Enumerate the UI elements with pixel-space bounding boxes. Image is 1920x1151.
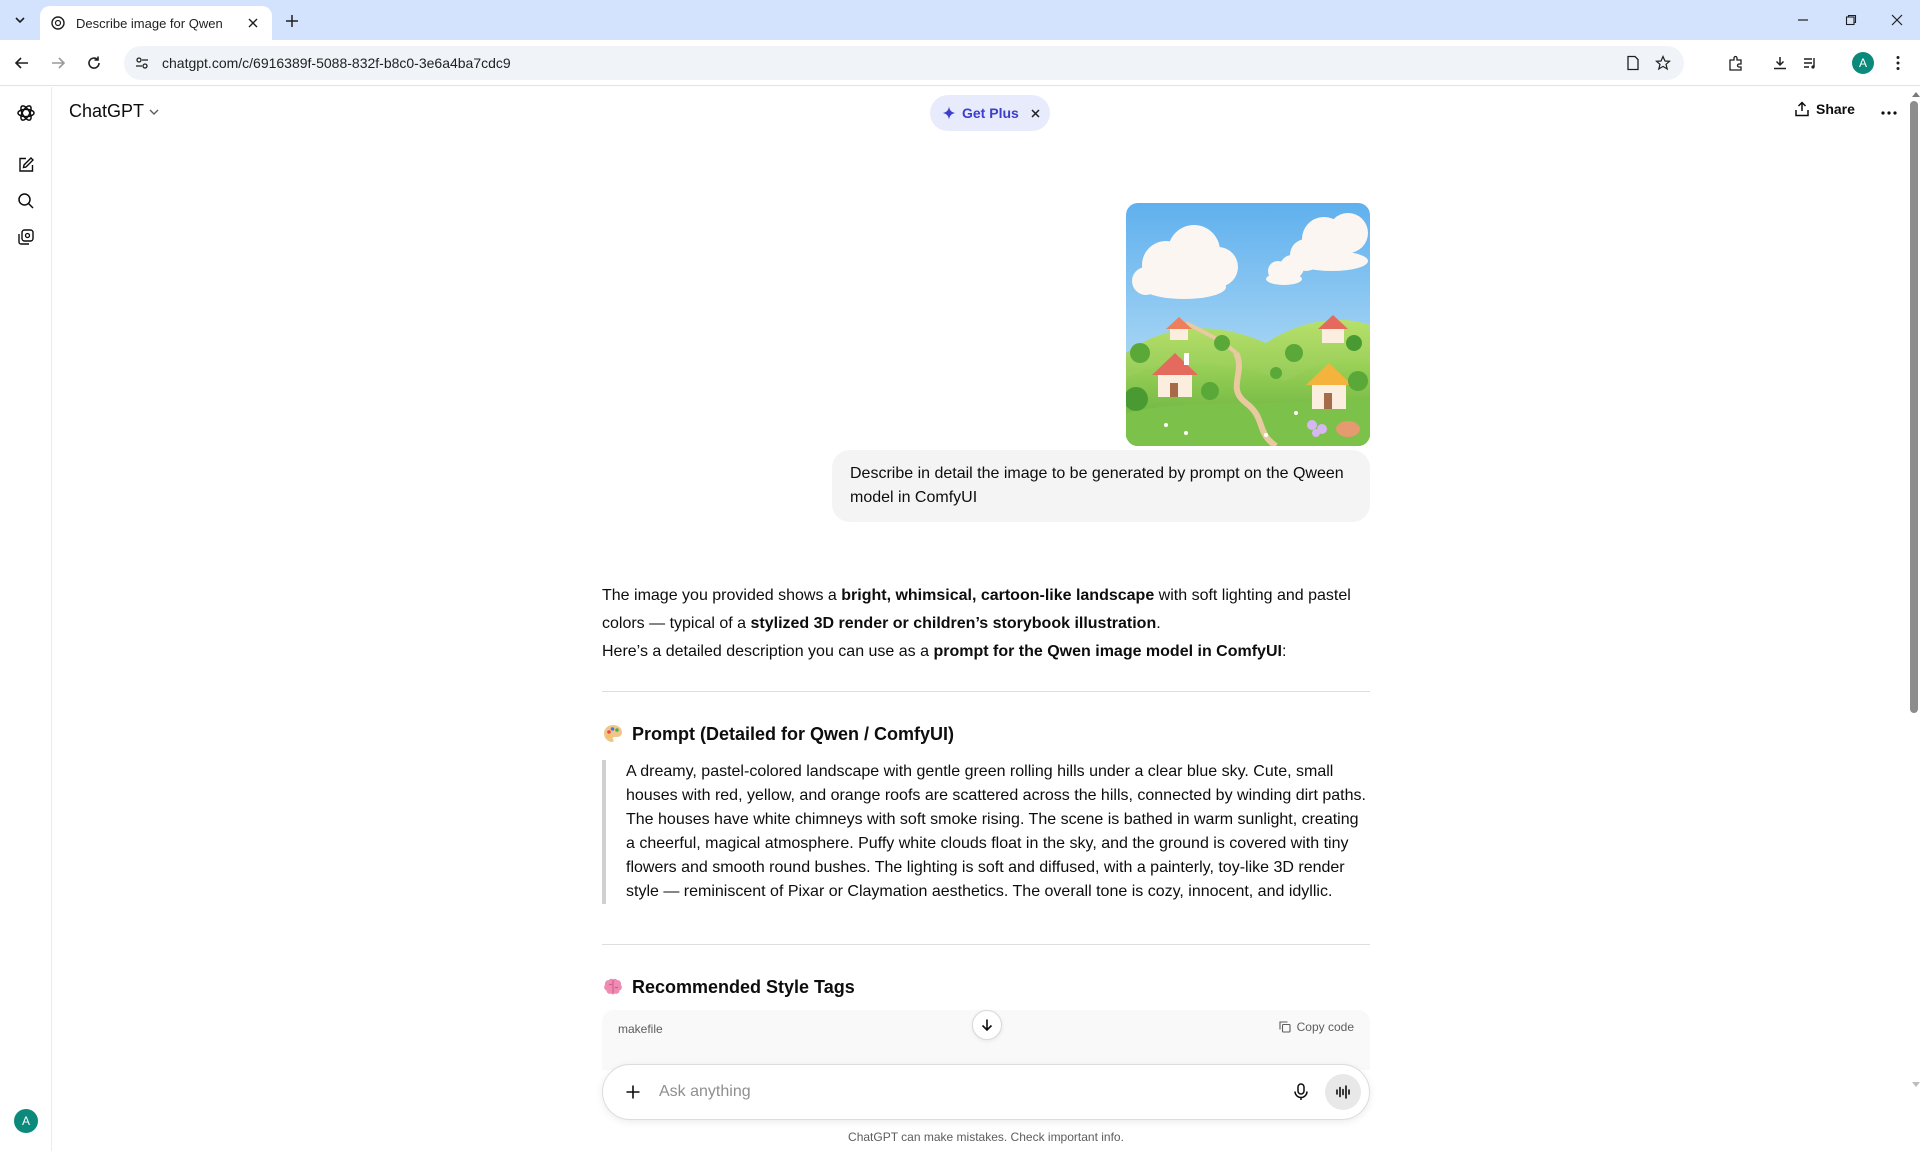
model-name: ChatGPT [69,101,145,121]
prompt-blockquote: A dreamy, pastel-colored landscape with … [602,760,1370,904]
scroll-up-arrow-icon[interactable] [1912,92,1920,97]
sidebar-rail: A [0,87,52,1151]
landscape-illustration [1126,203,1370,446]
divider [602,691,1370,692]
copy-icon [1279,1021,1291,1033]
model-selector[interactable]: ChatGPT [69,101,160,122]
brain-icon [604,978,622,995]
user-message: Describe in detail the image to be gener… [832,450,1370,522]
browser-tabstrip: Describe image for Qwen [0,0,1920,40]
sparkle-icon [942,106,956,120]
close-icon [1891,14,1903,26]
message-composer [602,1064,1370,1120]
edit-icon [19,157,34,172]
scroll-to-bottom-button[interactable] [972,1010,1002,1040]
share-icon [1795,101,1809,117]
puzzle-icon [1729,55,1742,71]
prompt-input[interactable] [659,1083,1283,1101]
palette-icon [604,725,622,742]
queue-music-icon [1804,58,1815,69]
media-controls-button[interactable] [1796,49,1824,77]
intro-bold: bright, whimsical, cartoon-like landscap… [841,587,1155,604]
library-button[interactable] [12,223,40,251]
download-icon [1774,57,1786,70]
close-window-button[interactable] [1874,0,1920,40]
waveform-icon [1336,1085,1350,1099]
disclaimer-text: ChatGPT can make mistakes. Check importa… [848,1130,1124,1144]
dismiss-plus-icon[interactable] [1031,108,1040,118]
new-chat-button[interactable] [12,151,40,179]
intro-text: : [1281,643,1287,660]
intro-bold: prompt for the Qwen image model in Comfy… [933,643,1282,660]
more-horizontal-icon [1881,111,1897,115]
forward-button[interactable] [44,49,72,77]
dictate-button[interactable] [1283,1074,1319,1110]
code-language-label: makefile [618,1022,663,1036]
minimize-button[interactable] [1780,0,1826,40]
downloads-button[interactable] [1766,49,1794,77]
section-heading-style-tags: Recommended Style Tags [602,976,855,998]
close-tab-icon[interactable] [244,14,262,32]
tab-title: Describe image for Qwen [76,15,223,31]
section-heading-prompt: Prompt (Detailed for Qwen / ComfyUI) [602,723,954,745]
url-text[interactable]: chatgpt.com/c/6916389f-5088-832f-b8c0-3e… [162,55,1618,71]
intro-text: . [1156,615,1161,632]
intro-bold: stylized 3D render or children’s storybo… [750,615,1157,632]
images-icon [18,229,34,245]
section-title-text: Recommended Style Tags [632,976,855,997]
address-bar[interactable]: chatgpt.com/c/6916389f-5088-832f-b8c0-3e… [124,46,1684,80]
restore-icon [1845,14,1857,26]
plus-icon [286,15,298,27]
site-settings-icon[interactable] [128,49,156,77]
browser-tab-active[interactable]: Describe image for Qwen [40,6,272,40]
browser-profile-avatar[interactable]: A [1852,52,1874,74]
arrow-left-icon [14,57,28,69]
copy-code-label: Copy code [1296,1020,1354,1034]
voice-mode-button[interactable] [1325,1074,1361,1110]
plus-icon [626,1085,640,1099]
microphone-icon [1294,1083,1308,1100]
chevron-down-icon [149,109,159,115]
divider [602,944,1370,945]
arrow-right-icon [52,57,66,69]
extensions-button[interactable] [1722,49,1750,77]
openai-logo-icon [17,105,35,121]
scrollbar-thumb[interactable] [1910,101,1918,713]
intro-paragraph: The image you provided shows a bright, w… [602,582,1370,666]
user-avatar[interactable]: A [14,1109,38,1133]
more-vertical-icon [1896,56,1900,70]
intro-text: The image you provided shows a [602,587,842,604]
search-chats-button[interactable] [12,187,40,215]
get-plus-label: Get Plus [962,105,1019,121]
browser-menu-button[interactable] [1884,49,1912,77]
conversation-options-button[interactable] [1877,101,1901,125]
new-tab-button[interactable] [280,9,304,33]
scroll-down-arrow-icon[interactable] [1912,1082,1920,1087]
copy-code-button[interactable]: Copy code [1279,1020,1354,1034]
search-icon [18,193,34,209]
share-label: Share [1816,101,1855,117]
openai-logo-button[interactable] [12,99,40,127]
reload-button[interactable] [80,49,108,77]
reading-mode-icon[interactable] [1618,49,1648,77]
add-attachment-button[interactable] [619,1078,647,1106]
back-button[interactable] [8,49,36,77]
assistant-intro: The image you provided shows a bright, w… [602,582,1370,666]
minimize-icon [1798,19,1808,21]
section-title-text: Prompt (Detailed for Qwen / ComfyUI) [632,723,955,744]
intro-text: Here’s a detailed description you can us… [602,643,934,660]
arrow-down-icon [981,1019,993,1032]
browser-toolbar: chatgpt.com/c/6916389f-5088-832f-b8c0-3e… [0,40,1920,86]
share-button[interactable]: Share [1794,101,1855,117]
uploaded-image[interactable] [1126,203,1370,446]
bookmark-star-icon[interactable] [1648,49,1678,77]
chatgpt-favicon-icon [50,15,66,31]
get-plus-button[interactable]: Get Plus [930,95,1050,131]
tab-search-button[interactable] [8,10,32,30]
reload-icon [88,56,100,69]
chevron-down-icon [15,17,25,24]
restore-button[interactable] [1828,0,1874,40]
